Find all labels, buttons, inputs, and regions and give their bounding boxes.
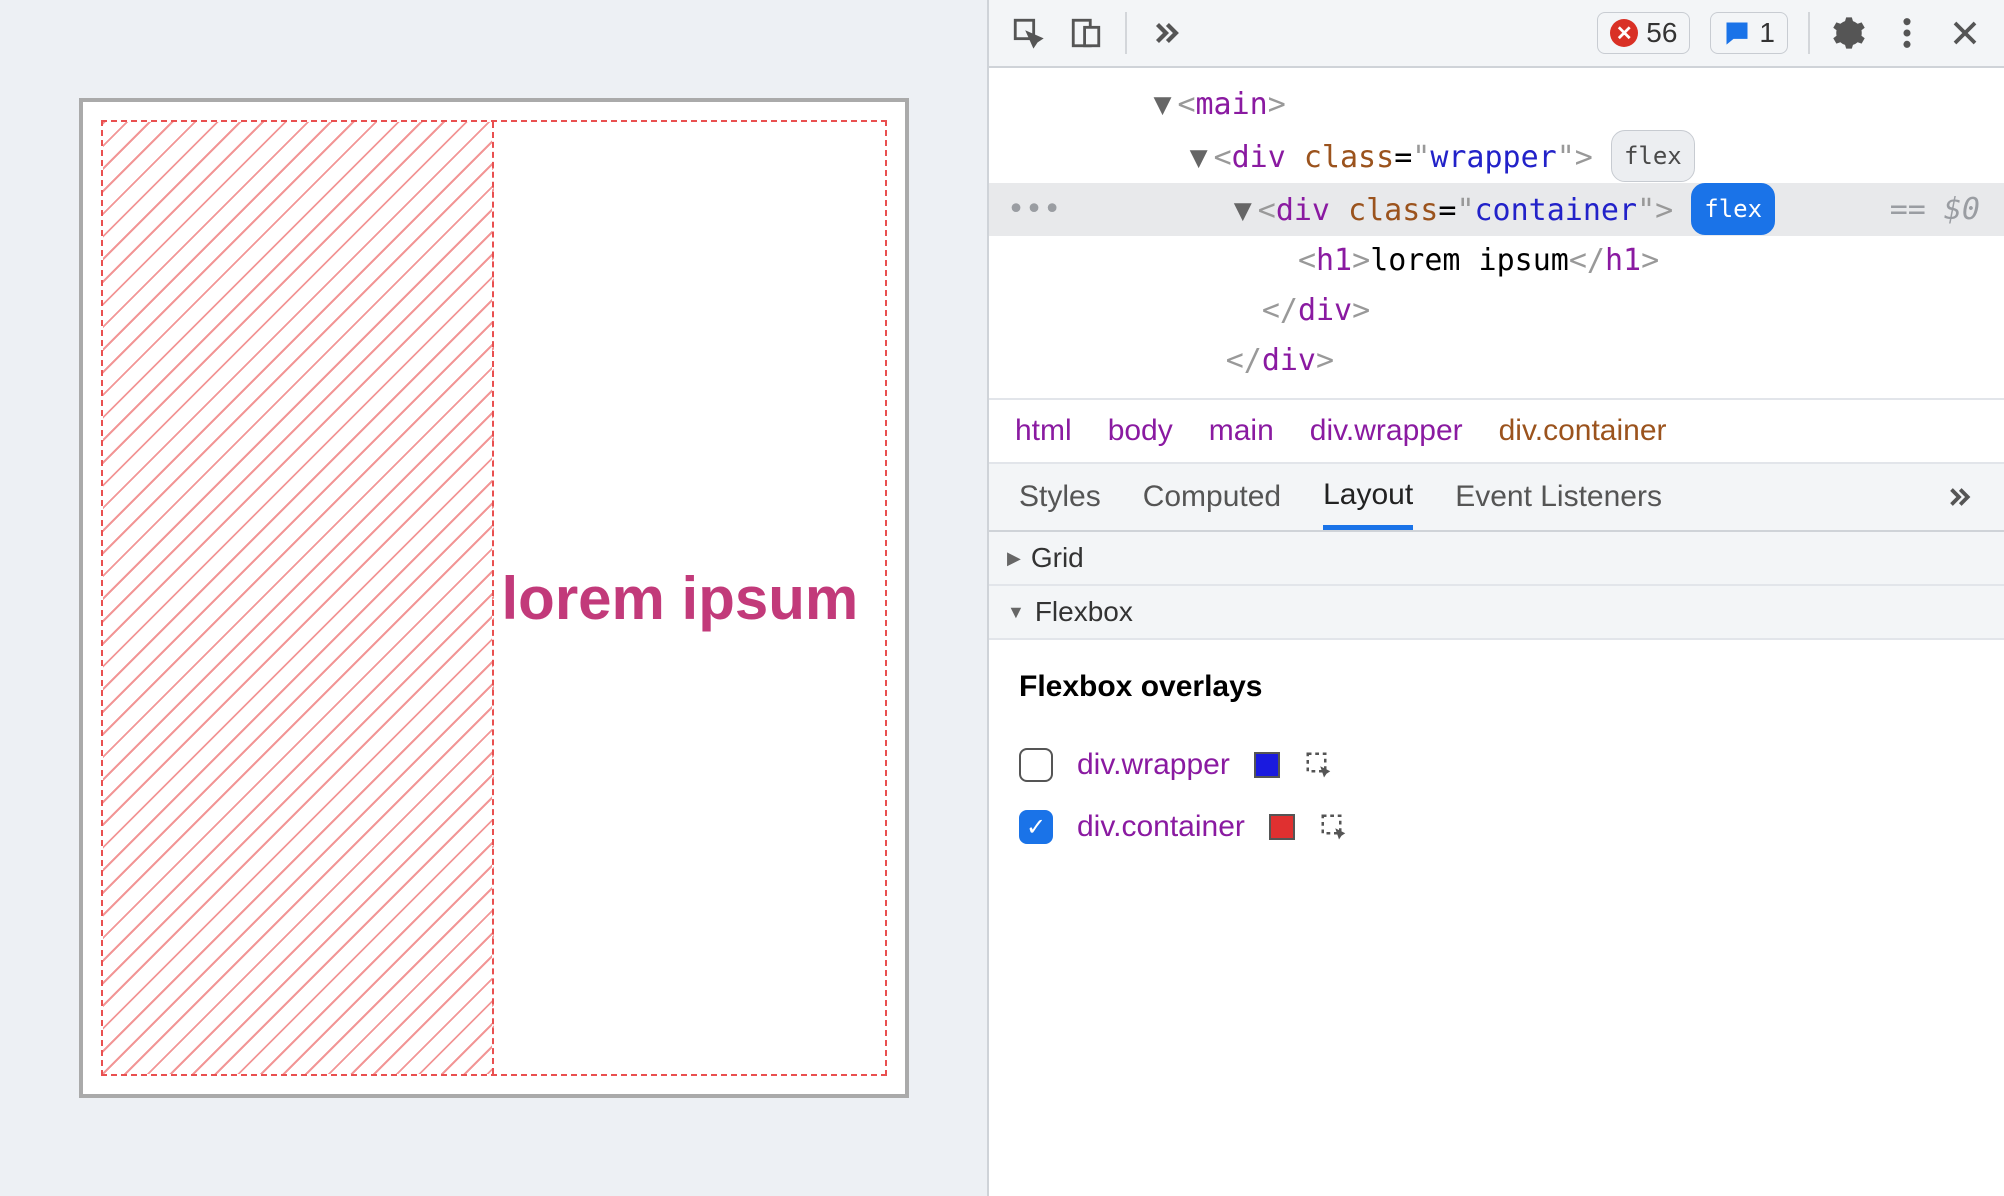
crumb-wrapper[interactable]: div.wrapper	[1310, 414, 1463, 448]
overlay-checkbox-wrapper[interactable]	[1019, 748, 1053, 782]
toolbar-separator	[1808, 12, 1810, 54]
error-count: 56	[1646, 17, 1677, 49]
crumb-container[interactable]: div.container	[1499, 414, 1667, 448]
overlay-label[interactable]: div.wrapper	[1077, 748, 1230, 782]
device-toolbar-icon[interactable]	[1067, 14, 1105, 52]
overlay-checkbox-container[interactable]: ✓	[1019, 810, 1053, 844]
overlay-content-region: lorem ipsum	[494, 122, 885, 1074]
tree-node-main[interactable]: ▼<main>	[989, 80, 2004, 130]
more-subtabs-icon[interactable]	[1944, 482, 1974, 512]
overlay-empty-region	[103, 122, 494, 1074]
tree-node-container-selected[interactable]: ••• ▼<div class="container"> flex == $0	[989, 183, 2004, 236]
ellipsis-icon[interactable]: •••	[989, 185, 1071, 235]
crumb-main[interactable]: main	[1209, 414, 1274, 448]
styles-subtabs: Styles Computed Layout Event Listeners	[989, 464, 2004, 532]
console-errors-badge[interactable]: ✕ 56	[1597, 12, 1690, 54]
issues-count: 1	[1759, 17, 1775, 49]
overlay-label[interactable]: div.container	[1077, 810, 1245, 844]
highlight-element-icon[interactable]	[1304, 750, 1334, 780]
page-box: lorem ipsum	[79, 98, 909, 1098]
flex-overlay-container: lorem ipsum	[101, 120, 887, 1076]
console-issues-badge[interactable]: 1	[1710, 12, 1788, 54]
tree-node-div-close[interactable]: </div>	[989, 336, 2004, 386]
error-icon: ✕	[1610, 19, 1638, 47]
flexbox-section-title: Flexbox	[1035, 596, 1133, 628]
overlay-row-container: ✓ div.container	[1019, 796, 1974, 858]
tab-computed[interactable]: Computed	[1143, 480, 1281, 514]
flex-badge-container[interactable]: flex	[1691, 183, 1775, 235]
tree-node-h1[interactable]: <h1>lorem ipsum</h1>	[989, 236, 2004, 286]
settings-icon[interactable]	[1830, 14, 1868, 52]
devtools-toolbar: ✕ 56 1	[989, 0, 2004, 68]
overlay-color-swatch[interactable]	[1254, 752, 1280, 778]
overlay-row-wrapper: div.wrapper	[1019, 734, 1974, 796]
flexbox-overlays-heading: Flexbox overlays	[1019, 670, 1974, 704]
layout-panel: ▶ Grid ▼ Flexbox Flexbox overlays div.wr…	[989, 532, 2004, 888]
kebab-menu-icon[interactable]	[1888, 14, 1926, 52]
flex-badge-wrapper[interactable]: flex	[1611, 130, 1695, 182]
highlight-element-icon[interactable]	[1319, 812, 1349, 842]
chevron-down-icon: ▼	[1007, 602, 1025, 623]
flexbox-section-header[interactable]: ▼ Flexbox	[989, 586, 2004, 640]
overlay-color-swatch[interactable]	[1269, 814, 1295, 840]
crumb-html[interactable]: html	[1015, 414, 1072, 448]
issues-icon	[1723, 19, 1751, 47]
grid-section-header[interactable]: ▶ Grid	[989, 532, 2004, 586]
close-icon[interactable]	[1946, 14, 1984, 52]
tab-listeners[interactable]: Event Listeners	[1455, 480, 1662, 514]
chevron-right-icon: ▶	[1007, 548, 1021, 569]
selected-node-suffix: == $0	[1890, 185, 2004, 235]
more-tabs-icon[interactable]	[1147, 14, 1185, 52]
page-heading: lorem ipsum	[494, 564, 859, 633]
elements-tree[interactable]: ▼<main> ▼<div class="wrapper"> flex ••• …	[989, 68, 2004, 398]
dom-breadcrumb: html body main div.wrapper div.container	[989, 398, 2004, 464]
grid-section-title: Grid	[1031, 542, 1084, 574]
toolbar-separator	[1125, 12, 1127, 54]
flexbox-section-body: Flexbox overlays div.wrapper ✓ div.conta…	[989, 640, 2004, 888]
tree-node-div-close[interactable]: </div>	[989, 286, 2004, 336]
rendered-page-viewport: lorem ipsum	[0, 0, 987, 1196]
tree-node-wrapper[interactable]: ▼<div class="wrapper"> flex	[989, 130, 2004, 183]
tab-layout[interactable]: Layout	[1323, 464, 1413, 530]
devtools-panel: ✕ 56 1 ▼<main> ▼<div class="wrapper"> fl…	[987, 0, 2004, 1196]
tab-styles[interactable]: Styles	[1019, 480, 1101, 514]
inspect-element-icon[interactable]	[1009, 14, 1047, 52]
crumb-body[interactable]: body	[1108, 414, 1173, 448]
